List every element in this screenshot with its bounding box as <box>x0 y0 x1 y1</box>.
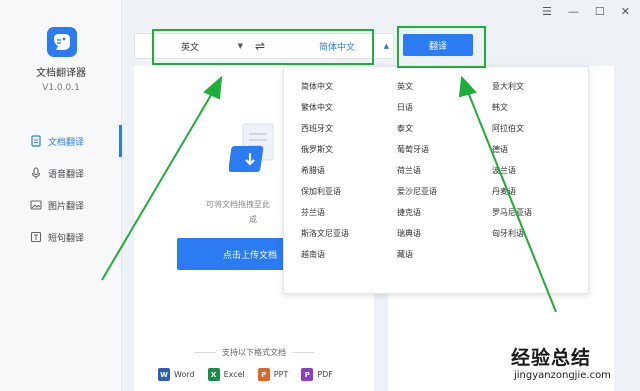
arrow-head <box>203 75 223 100</box>
annotation-arrows <box>101 75 557 313</box>
watermark-url: jingyanzongjie.com <box>514 370 611 381</box>
watermark-text: 经验总结 <box>511 347 592 369</box>
arrow-to-translate-button <box>467 91 557 313</box>
arrow-head <box>458 75 477 98</box>
arrow-to-language-select <box>101 89 215 281</box>
